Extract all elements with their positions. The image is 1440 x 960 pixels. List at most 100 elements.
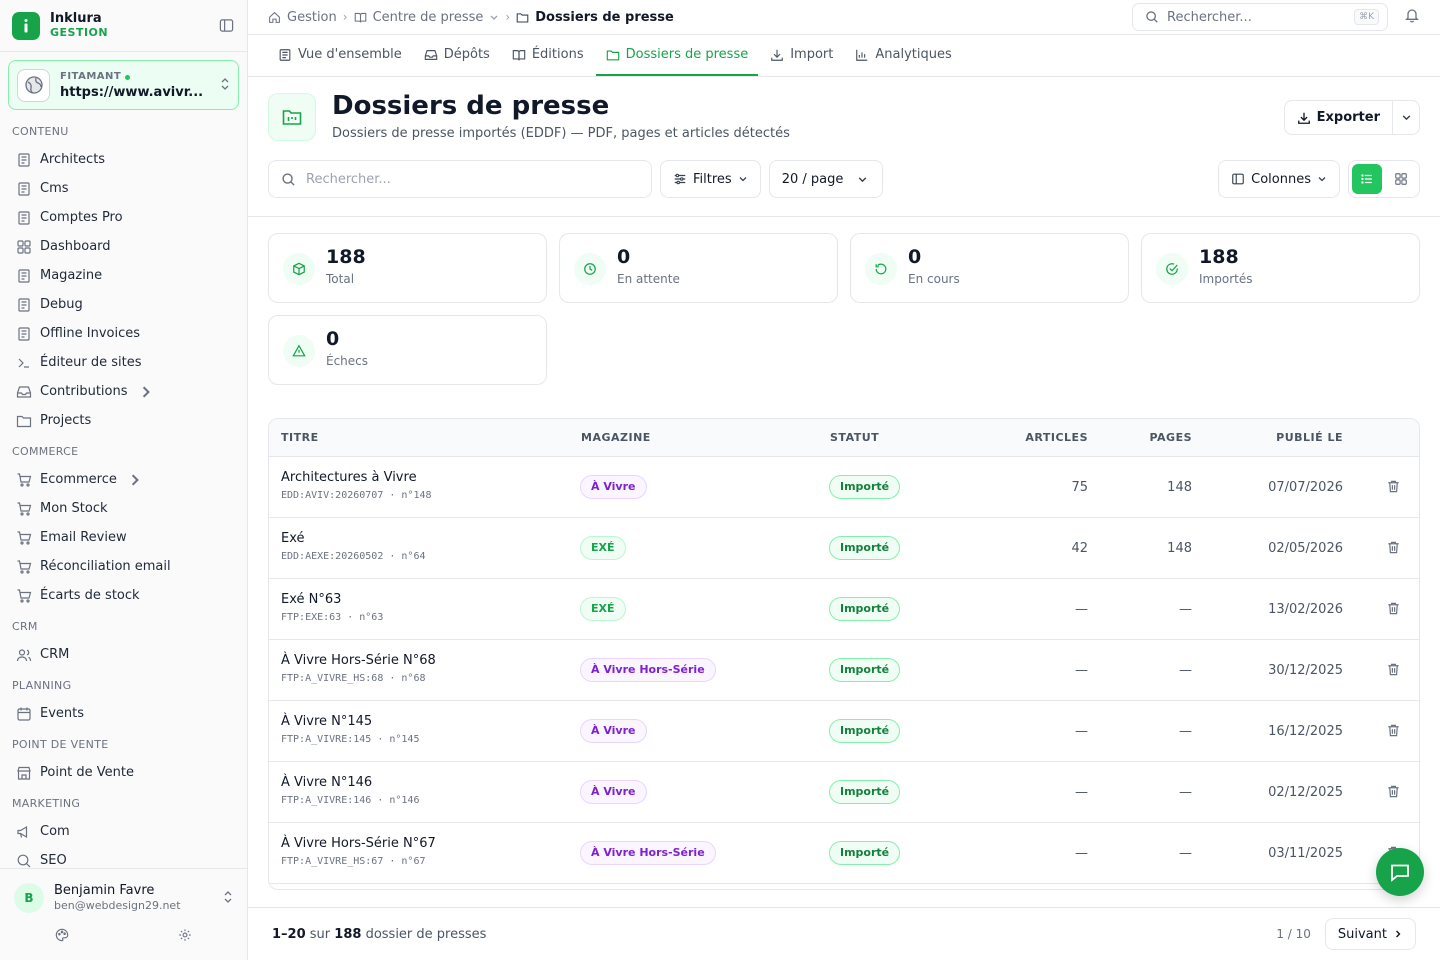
file-text-icon: [16, 152, 40, 168]
trash-icon[interactable]: [1386, 601, 1401, 620]
stat-value: 188: [326, 246, 366, 268]
sidebar-item-magazine[interactable]: Magazine: [0, 261, 247, 290]
topbar: Gestion › Centre de presse › Dossiers de…: [248, 0, 1440, 35]
sidebar-item-editeur-de-sites[interactable]: Éditeur de sites: [0, 348, 247, 377]
column-header-status[interactable]: STATUT: [830, 419, 879, 457]
brand-subtitle: GESTION: [50, 25, 109, 39]
global-search-placeholder: Rechercher...: [1167, 9, 1252, 25]
export-button[interactable]: Exporter: [1285, 101, 1393, 134]
main-area: Gestion › Centre de presse › Dossiers de…: [248, 0, 1440, 960]
row-title[interactable]: À Vivre Hors-Série N°68: [281, 653, 436, 668]
table-row[interactable]: Exé EDD:AEXE:20260502 · n°64 EXÉ Importé…: [269, 518, 1419, 579]
columns-button[interactable]: Colonnes: [1218, 160, 1340, 198]
tab-dossiers-presse[interactable]: Dossiers de presse: [595, 35, 759, 76]
row-title[interactable]: À Vivre N°146: [281, 775, 372, 790]
sidebar-item-reconciliation-email[interactable]: Réconciliation email: [0, 552, 247, 581]
tab-overview[interactable]: Vue d'ensemble: [268, 35, 412, 76]
row-title[interactable]: Exé: [281, 531, 305, 546]
table-search-input[interactable]: Rechercher...: [268, 160, 652, 198]
export-menu-toggle[interactable]: [1393, 101, 1419, 134]
bell-icon[interactable]: [1404, 7, 1420, 27]
page-header: Dossiers de presse Dossiers de presse im…: [248, 77, 1440, 217]
status-badge: Importé: [829, 597, 901, 621]
global-search[interactable]: Rechercher... ⌘K: [1132, 3, 1388, 31]
folder-kanban-icon: [268, 93, 316, 141]
sidebar-item-crm[interactable]: CRM: [0, 640, 247, 669]
filters-button[interactable]: Filtres: [660, 160, 761, 198]
column-header-magazine[interactable]: MAGAZINE: [581, 419, 651, 457]
cart-icon: [16, 588, 40, 604]
per-page-value: 20 / page: [781, 171, 844, 187]
table-row[interactable]: À Vivre N°146 FTP:A_VIVRE:146 · n°146 À …: [269, 762, 1419, 823]
tab-import[interactable]: Import: [760, 35, 843, 76]
sidebar-item-label: SEO: [40, 853, 67, 868]
pages-count: —: [1179, 663, 1192, 678]
table-row[interactable]: Architectures à Vivre EDD:AVIV:20260707 …: [269, 457, 1419, 518]
tab-editions[interactable]: Éditions: [502, 35, 594, 76]
breadcrumb-item-centre-presse[interactable]: Centre de presse: [354, 10, 500, 25]
sidebar-item-label: Ecommerce: [40, 472, 117, 487]
table-row[interactable]: À Vivre Hors-Série N°67 FTP:A_VIVRE_HS:6…: [269, 823, 1419, 884]
sidebar-item-label: Offline Invoices: [40, 326, 141, 341]
sidebar-item-projects[interactable]: Projects: [0, 406, 247, 435]
trash-icon[interactable]: [1386, 540, 1401, 559]
trash-icon[interactable]: [1386, 784, 1401, 803]
column-header-articles[interactable]: ARTICLES: [1025, 419, 1088, 457]
shortcut-badge: ⌘K: [1354, 9, 1379, 25]
sidebar-item-mon-stock[interactable]: Mon Stock: [0, 494, 247, 523]
chat-button[interactable]: [1376, 848, 1424, 896]
tab-label: Dossiers de presse: [625, 47, 749, 62]
sidebar-item-com[interactable]: Com: [0, 817, 247, 846]
articles-count: 42: [1071, 541, 1088, 556]
palette-icon[interactable]: [55, 927, 69, 946]
user-menu[interactable]: B Benjamin Favre ben@webdesign29.net: [0, 869, 247, 913]
list-view-icon[interactable]: [1352, 164, 1382, 194]
column-header-pages[interactable]: PAGES: [1149, 419, 1192, 457]
next-page-button[interactable]: Suivant: [1324, 918, 1416, 950]
breadcrumb-item-gestion[interactable]: Gestion: [268, 10, 337, 25]
per-page-select[interactable]: 20 / page: [768, 160, 884, 198]
table-row[interactable]: À Vivre Hors-Série N°68 FTP:A_VIVRE_HS:6…: [269, 640, 1419, 701]
sidebar-item-label: Dashboard: [40, 239, 111, 254]
pages-count: —: [1179, 724, 1192, 739]
sidebar-item-dashboard[interactable]: Dashboard: [0, 232, 247, 261]
stat-label: Importés: [1199, 272, 1253, 286]
sidebar-item-ecommerce[interactable]: Ecommerce: [0, 465, 247, 494]
sidebar-item-events[interactable]: Events: [0, 699, 247, 728]
sidebar-item-debug[interactable]: Debug: [0, 290, 247, 319]
sliders-icon: [674, 173, 686, 185]
row-title[interactable]: À Vivre N°145: [281, 714, 372, 729]
column-header-title[interactable]: TITRE: [281, 419, 319, 457]
bar-chart-icon: [856, 49, 868, 61]
trash-icon[interactable]: [1386, 723, 1401, 742]
sidebar-item-ecarts-de-stock[interactable]: Écarts de stock: [0, 581, 247, 610]
sidebar-item-architects[interactable]: Architects: [0, 145, 247, 174]
row-title[interactable]: À Vivre Hors-Série N°67: [281, 836, 436, 851]
column-header-published[interactable]: PUBLIÉ LE: [1276, 419, 1343, 457]
trash-icon[interactable]: [1386, 479, 1401, 498]
table-row[interactable]: À Vivre N°145 FTP:A_VIVRE:145 · n°145 À …: [269, 701, 1419, 762]
view-toggle: [1348, 160, 1420, 198]
grid-view-icon[interactable]: [1386, 164, 1416, 194]
site-url: https://www.avivr...: [60, 85, 204, 100]
tab-analytics[interactable]: Analytiques: [845, 35, 961, 76]
table-row[interactable]: Exé N°63 FTP:EXE:63 · n°63 EXÉ Importé —…: [269, 579, 1419, 640]
sidebar-item-comptes-pro[interactable]: Comptes Pro: [0, 203, 247, 232]
brand-name: Inklura: [50, 10, 102, 26]
sidebar-item-email-review[interactable]: Email Review: [0, 523, 247, 552]
sidebar-item-offline-invoices[interactable]: Offline Invoices: [0, 319, 247, 348]
sidebar-item-point-de-vente[interactable]: Point de Vente: [0, 758, 247, 787]
gear-icon[interactable]: [178, 927, 192, 946]
row-code: FTP:A_VIVRE_HS:67 · n°67: [281, 856, 426, 867]
sidebar-item-cms[interactable]: Cms: [0, 174, 247, 203]
stat-card-pending: 0 En attente: [559, 233, 838, 303]
row-title[interactable]: Exé N°63: [281, 592, 341, 607]
trash-icon[interactable]: [1386, 662, 1401, 681]
sidebar-item-contributions[interactable]: Contributions: [0, 377, 247, 406]
filters-label: Filtres: [693, 171, 732, 187]
calendar-icon: [16, 706, 40, 722]
tab-depots[interactable]: Dépôts: [414, 35, 500, 76]
site-switcher[interactable]: FITAMANT https://www.avivr...: [8, 60, 239, 110]
sidebar-collapse-icon[interactable]: [217, 17, 235, 35]
row-title[interactable]: Architectures à Vivre: [281, 470, 417, 485]
